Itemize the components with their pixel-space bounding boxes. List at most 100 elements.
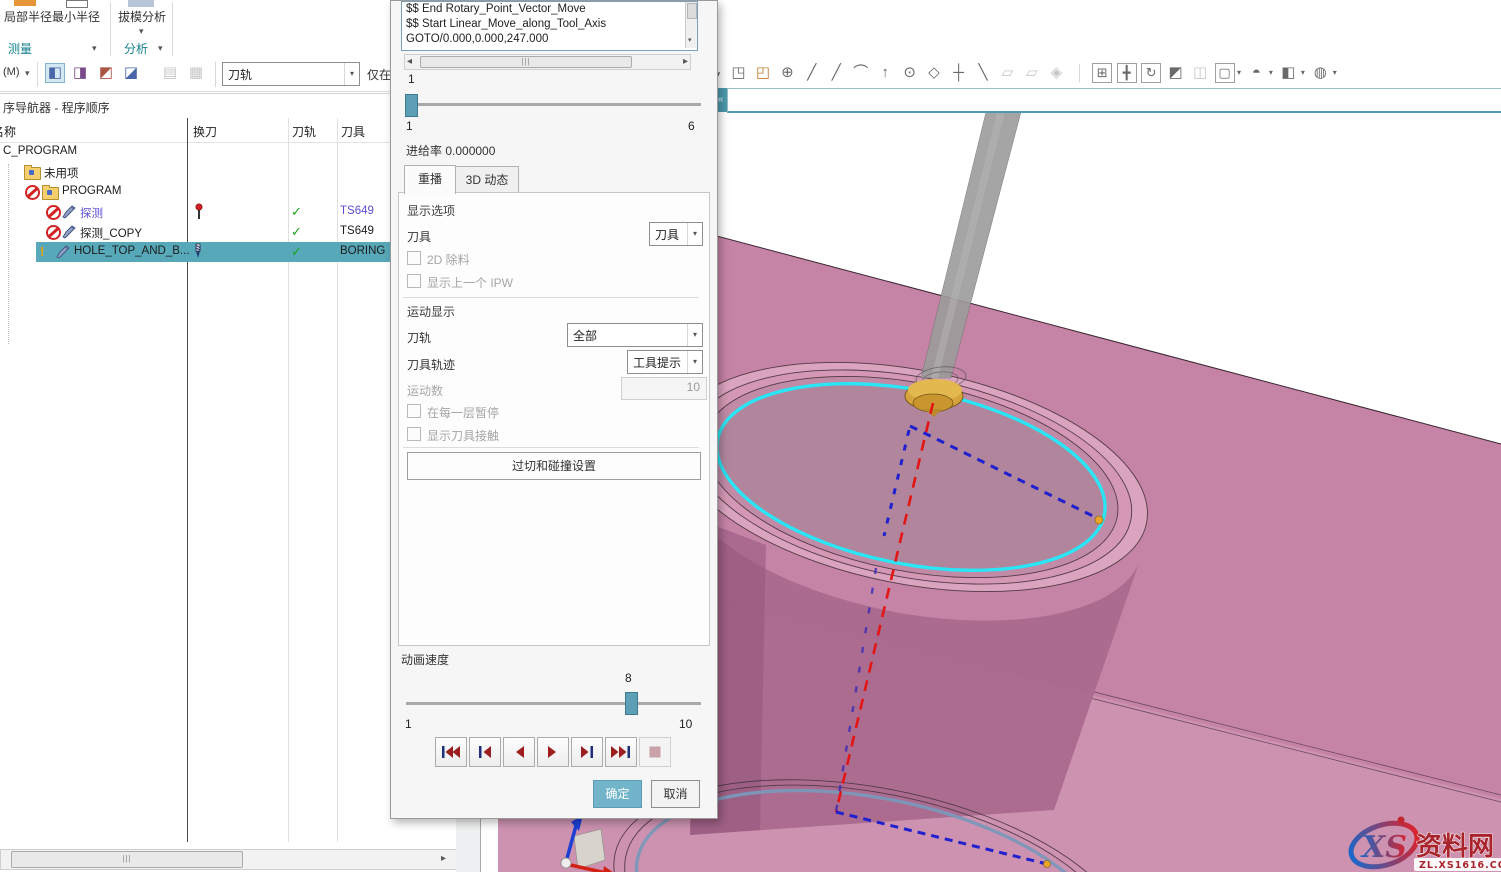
min-radius-button[interactable]: 最小半径 — [52, 8, 100, 25]
gcode-vscrollbar[interactable]: ▾ — [685, 2, 697, 48]
suppressed-icon — [25, 185, 40, 200]
plus-icon[interactable]: ┼ — [949, 63, 969, 83]
motion-count-field[interactable]: 10 — [621, 377, 707, 400]
tool-contact-checkbox[interactable] — [407, 427, 421, 441]
speed-slider-handle[interactable] — [625, 692, 638, 715]
circle-center-icon[interactable]: ⊙ — [900, 63, 920, 83]
chevron-down-icon[interactable]: ▾ — [1237, 68, 1241, 77]
only-in-label: 仅在 — [367, 66, 391, 83]
node-label[interactable]: 探测 — [80, 205, 103, 221]
table-row[interactable]: 未用项 — [0, 162, 455, 182]
node-label[interactable]: PROGRAM — [62, 185, 121, 197]
node-label[interactable]: C_PROGRAM — [3, 145, 77, 157]
tool-display-combobox[interactable]: 刀具 ▾ — [649, 222, 703, 246]
node-label[interactable]: 探测_COPY — [80, 225, 142, 241]
chevron-down-icon[interactable]: ▾ — [25, 68, 30, 79]
column-toolpath[interactable]: 刀轨 — [292, 123, 316, 140]
tooltrace-combobox[interactable]: 工具提示 ▾ — [627, 350, 703, 374]
chevron-down-icon[interactable]: ▾ — [139, 26, 144, 37]
cancel-button[interactable]: 取消 — [651, 780, 700, 808]
node-label[interactable]: HOLE_TOP_AND_B... — [74, 245, 189, 257]
scrollbar-thumb[interactable]: ||| — [11, 851, 243, 868]
stop-button[interactable] — [639, 737, 671, 767]
scroll-down-icon[interactable]: ▾ — [688, 33, 692, 48]
measure-group-label: 测量 — [8, 40, 32, 57]
table-row[interactable]: PROGRAM — [0, 182, 455, 202]
ok-button[interactable]: 确定 — [593, 780, 642, 808]
chevron-down-icon[interactable]: ▾ — [158, 43, 163, 54]
point-constructor-icon[interactable]: ⊕ — [777, 63, 797, 83]
table-row[interactable]: 探测 ✓ TS649 — [0, 202, 455, 222]
progress-slider-handle[interactable] — [405, 94, 418, 117]
gcode-hscrollbar[interactable]: ◂ ▸ ||| — [404, 54, 691, 70]
pan-icon[interactable]: ╋ — [1117, 63, 1137, 83]
find-object-icon[interactable]: ◧ — [45, 63, 65, 83]
chevron-down-icon[interactable]: ▾ — [1333, 68, 1337, 77]
vector-icon[interactable]: ↑ — [875, 63, 895, 83]
node-label[interactable]: 未用项 — [44, 165, 79, 181]
play-button[interactable] — [537, 737, 569, 767]
local-radius-button[interactable]: 局部半径 — [4, 8, 52, 25]
diamond-point-icon[interactable]: ◇ — [924, 63, 944, 83]
speed-slider[interactable] — [406, 702, 701, 705]
show-ipw-checkbox[interactable] — [407, 274, 421, 288]
progress-slider[interactable] — [406, 103, 701, 106]
view-filter-combobox[interactable]: 刀轨 ▾ — [222, 62, 360, 86]
render-style-icon[interactable]: ◍ — [1310, 63, 1330, 83]
column-tool[interactable]: 刀具 — [341, 123, 365, 140]
step-forward-button[interactable] — [571, 737, 603, 767]
gouge-collision-settings-button[interactable]: 过切和碰撞设置 — [407, 452, 701, 480]
fit-view-icon[interactable]: ▢ — [1215, 63, 1235, 83]
go-to-end-button[interactable] — [605, 737, 637, 767]
analysis-group-label: 分析 — [124, 40, 148, 57]
scrollbar-thumb[interactable]: ||| — [420, 56, 632, 68]
scroll-right-icon[interactable]: ▸ — [441, 852, 446, 866]
tick-line-icon[interactable]: ╲ — [973, 63, 993, 83]
scroll-left-icon[interactable]: ◂ — [407, 55, 412, 69]
toolpath-combobox[interactable]: 全部 ▾ — [567, 323, 703, 347]
step-back-button[interactable] — [469, 737, 501, 767]
go-to-start-button[interactable] — [435, 737, 467, 767]
shaded-cube-icon[interactable]: ◩ — [1166, 63, 1186, 83]
tab-replay[interactable]: 重播 — [404, 165, 456, 194]
table-row-selected[interactable]: ! HOLE_TOP_AND_B... ✓ BORING — [0, 242, 455, 262]
oriented-cube-icon[interactable]: ◰ — [753, 63, 773, 83]
origin-ball — [561, 858, 571, 868]
chevron-down-icon[interactable]: ▾ — [1269, 68, 1273, 77]
chevron-down-icon[interactable]: ▾ — [687, 351, 702, 373]
tool-contact-label: 显示刀具接触 — [427, 427, 499, 444]
menu-button[interactable]: (M) — [3, 66, 20, 78]
chevron-down-icon[interactable]: ▾ — [687, 324, 702, 346]
line-icon[interactable]: ╱ — [802, 63, 822, 83]
column-name[interactable]: 名称 — [0, 123, 16, 140]
play-reverse-button[interactable] — [503, 737, 535, 767]
table-row[interactable]: 探测_COPY ✓ TS649 — [0, 222, 455, 242]
display-options-header: 显示选项 — [407, 202, 455, 219]
section-cube-icon[interactable]: ◳ — [728, 63, 748, 83]
chevron-down-icon[interactable]: ▾ — [344, 63, 359, 85]
prompt-bar[interactable] — [727, 88, 1501, 113]
tab-3d-dynamic[interactable]: 3D 动态 — [455, 166, 519, 194]
table-row[interactable]: C_PROGRAM — [0, 142, 455, 162]
section-view-icon[interactable]: ◓ — [1246, 63, 1266, 83]
chevron-down-icon[interactable]: ▾ — [687, 223, 702, 245]
scrollbar-thumb[interactable] — [687, 3, 697, 19]
filter-machine-icon[interactable]: ◪ — [121, 63, 141, 83]
column-toolchange[interactable]: 换刀 — [193, 123, 217, 140]
zoom-window-icon[interactable]: ⊞ — [1092, 63, 1112, 83]
filter-geometry-icon[interactable]: ◩ — [96, 63, 116, 83]
pause-each-level-checkbox[interactable] — [407, 404, 421, 418]
chevron-down-icon[interactable]: ▾ — [92, 43, 97, 54]
operation-navigator: 序导航器 - 程序顺序 名称 换刀 刀轨 刀具 C_PROGRAM 未用项 PR… — [0, 93, 457, 872]
rotate-view-icon[interactable]: ↻ — [1141, 63, 1161, 83]
chevron-down-icon[interactable]: ▾ — [1301, 68, 1305, 77]
cylinder-display-icon[interactable]: ◧ — [1278, 63, 1298, 83]
line-point-icon[interactable]: ╱ — [826, 63, 846, 83]
gcode-listing[interactable]: $$ End Rotary_Point_Vector_Move $$ Start… — [401, 1, 698, 51]
scroll-right-icon[interactable]: ▸ — [683, 55, 688, 69]
2d-material-checkbox[interactable] — [407, 251, 421, 265]
spline-icon[interactable]: ⌒ — [851, 63, 871, 83]
navigator-hscrollbar[interactable]: ||| ▸ — [0, 849, 457, 870]
filter-operations-icon[interactable]: ◨ — [70, 63, 90, 83]
draft-analysis-button[interactable]: 拔模分析 — [118, 8, 166, 25]
